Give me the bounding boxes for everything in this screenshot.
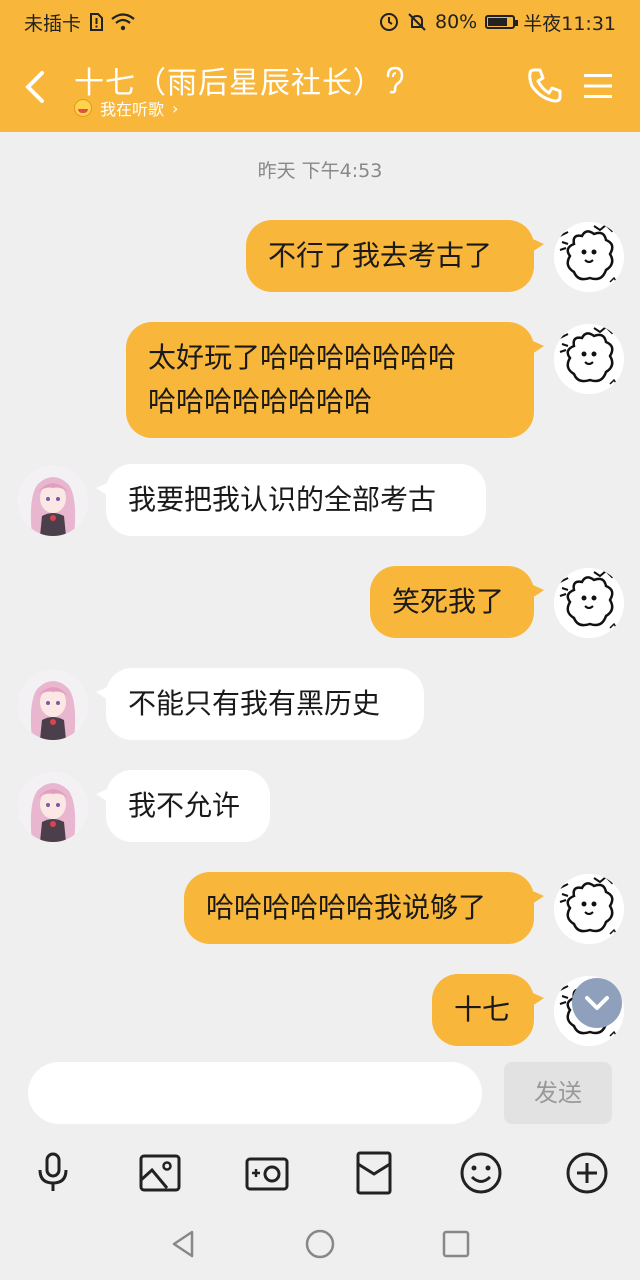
contact-avatar[interactable]: [18, 466, 88, 536]
sent-message-bubble[interactable]: 太好玩了哈哈哈哈哈哈哈 哈哈哈哈哈哈哈哈: [126, 322, 544, 438]
status-right: 80% 半夜11:31: [379, 9, 616, 36]
music-emoji-icon: [74, 99, 92, 117]
self-avatar[interactable]: [554, 568, 624, 638]
message-text: 十七: [454, 993, 511, 1026]
message-text: 哈哈哈哈哈哈哈哈: [148, 385, 373, 418]
sent-message-bubble[interactable]: 不行了我去考古了: [246, 220, 544, 292]
clock: 半夜11:31: [523, 12, 616, 35]
sent-message-bubble[interactable]: 哈哈哈哈哈哈我说够了: [184, 872, 544, 944]
received-message-bubble[interactable]: 不能只有我有黑历史: [96, 668, 424, 740]
battery-icon: [485, 15, 519, 29]
self-avatar[interactable]: [554, 222, 624, 292]
message-text: 笑死我了: [392, 585, 505, 618]
no-sim-icon: [90, 13, 104, 31]
received-message-bubble[interactable]: 我不允许: [96, 770, 270, 842]
message-input[interactable]: [28, 1062, 482, 1124]
scroll-to-bottom-button[interactable]: [572, 978, 622, 1028]
message-text: 我要把我认识的全部考古: [128, 483, 437, 516]
received-message-bubble[interactable]: 我要把我认识的全部考古: [96, 464, 486, 536]
battery-percent: 80%: [435, 11, 478, 33]
contact-status[interactable]: 我在听歌 ›: [74, 96, 178, 120]
red-packet-icon[interactable]: [351, 1150, 397, 1196]
home-circle-icon[interactable]: [302, 1226, 338, 1262]
sent-message-bubble[interactable]: 十七: [432, 974, 544, 1046]
self-avatar[interactable]: [554, 324, 624, 394]
status-bar: 未插卡 80% 半夜11:31: [0, 0, 640, 44]
alarm-icon: [380, 13, 398, 31]
composer: 发送: [0, 1048, 640, 1138]
carrier-text: 未插卡: [24, 12, 82, 35]
back-arrow-icon[interactable]: [20, 70, 54, 104]
send-button[interactable]: 发送: [504, 1062, 612, 1124]
message-text: 太好玩了哈哈哈哈哈哈哈: [148, 341, 457, 374]
self-avatar[interactable]: [554, 874, 624, 944]
input-toolbar: [0, 1138, 640, 1208]
status-left: 未插卡: [24, 9, 135, 36]
wifi-icon: [111, 13, 135, 31]
camera-icon[interactable]: [244, 1150, 290, 1196]
menu-icon[interactable]: [582, 70, 614, 102]
earpiece-mode-icon[interactable]: [383, 66, 405, 94]
contact-status-text: 我在听歌: [100, 100, 165, 119]
microphone-icon[interactable]: [30, 1150, 76, 1196]
plus-icon[interactable]: [564, 1150, 610, 1196]
system-nav-bar: [0, 1208, 640, 1280]
emoji-icon[interactable]: [458, 1150, 504, 1196]
message-text: 不行了我去考古了: [268, 239, 493, 272]
message-text: 不能只有我有黑历史: [128, 687, 381, 720]
message-text: 哈哈哈哈哈哈我说够了: [206, 891, 487, 924]
sent-message-bubble[interactable]: 笑死我了: [370, 566, 544, 638]
chevron-down-icon: [585, 996, 609, 1010]
status-chevron-icon: ›: [172, 98, 179, 118]
recent-square-icon[interactable]: [438, 1226, 474, 1262]
chat-timestamp: 昨天 下午4:53: [257, 160, 383, 182]
message-text: 我不允许: [128, 789, 241, 822]
back-triangle-icon[interactable]: [166, 1226, 202, 1262]
contact-avatar[interactable]: [18, 772, 88, 842]
image-icon[interactable]: [137, 1150, 183, 1196]
phone-icon[interactable]: [526, 66, 564, 104]
contact-avatar[interactable]: [18, 670, 88, 740]
chat-header: 十七（雨后星辰社长） 我在听歌 ›: [0, 44, 640, 132]
mute-bell-icon: [408, 13, 426, 31]
